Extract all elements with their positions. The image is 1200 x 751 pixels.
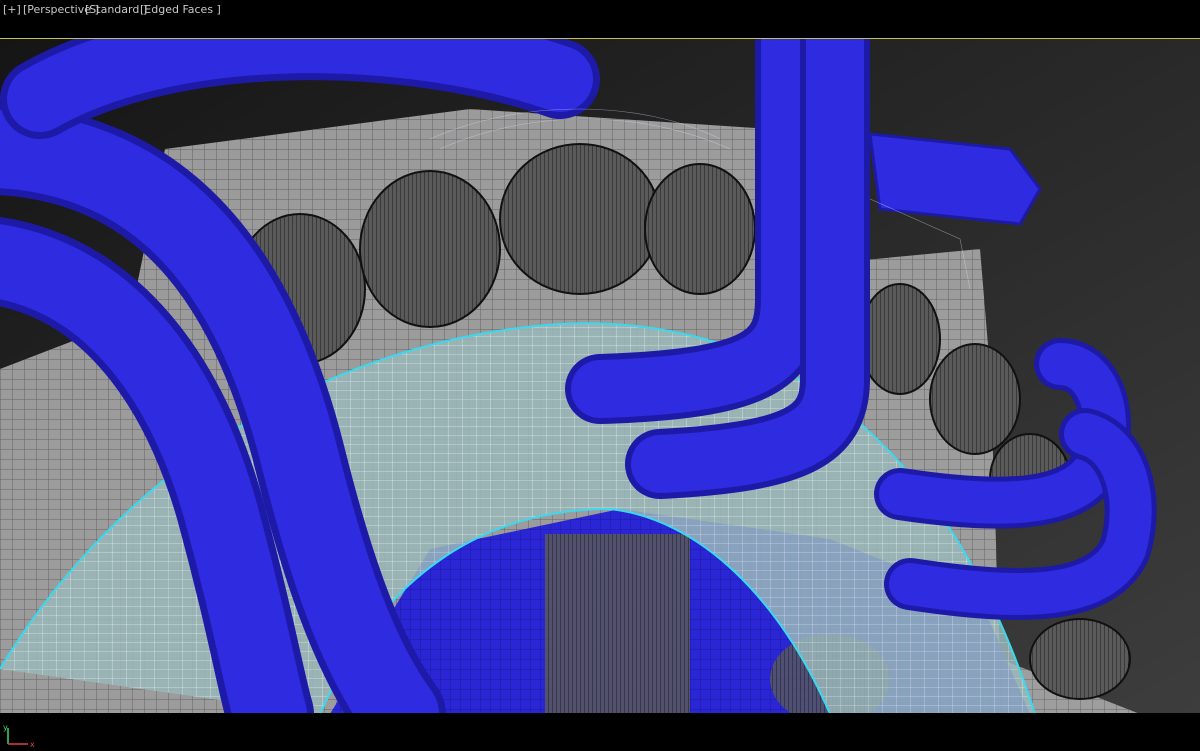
viewport-menu-button[interactable]: [+] bbox=[3, 2, 21, 18]
perspective-viewport[interactable] bbox=[0, 38, 1200, 713]
viewport-footer bbox=[0, 713, 1200, 751]
axis-x-label: x bbox=[30, 740, 35, 748]
axis-y-label: y bbox=[3, 723, 8, 732]
viewport-shading-label[interactable]: [Standard ] bbox=[85, 2, 147, 18]
viewport-display-label[interactable]: [Edged Faces ] bbox=[140, 2, 221, 18]
viewport-header: [+] [Perspective ] [Standard ] [Edged Fa… bbox=[0, 0, 1200, 38]
axis-tripod-icon: y x bbox=[3, 723, 35, 748]
bolt-cylinder[interactable] bbox=[545, 534, 690, 713]
viewport-scene bbox=[0, 39, 1200, 713]
